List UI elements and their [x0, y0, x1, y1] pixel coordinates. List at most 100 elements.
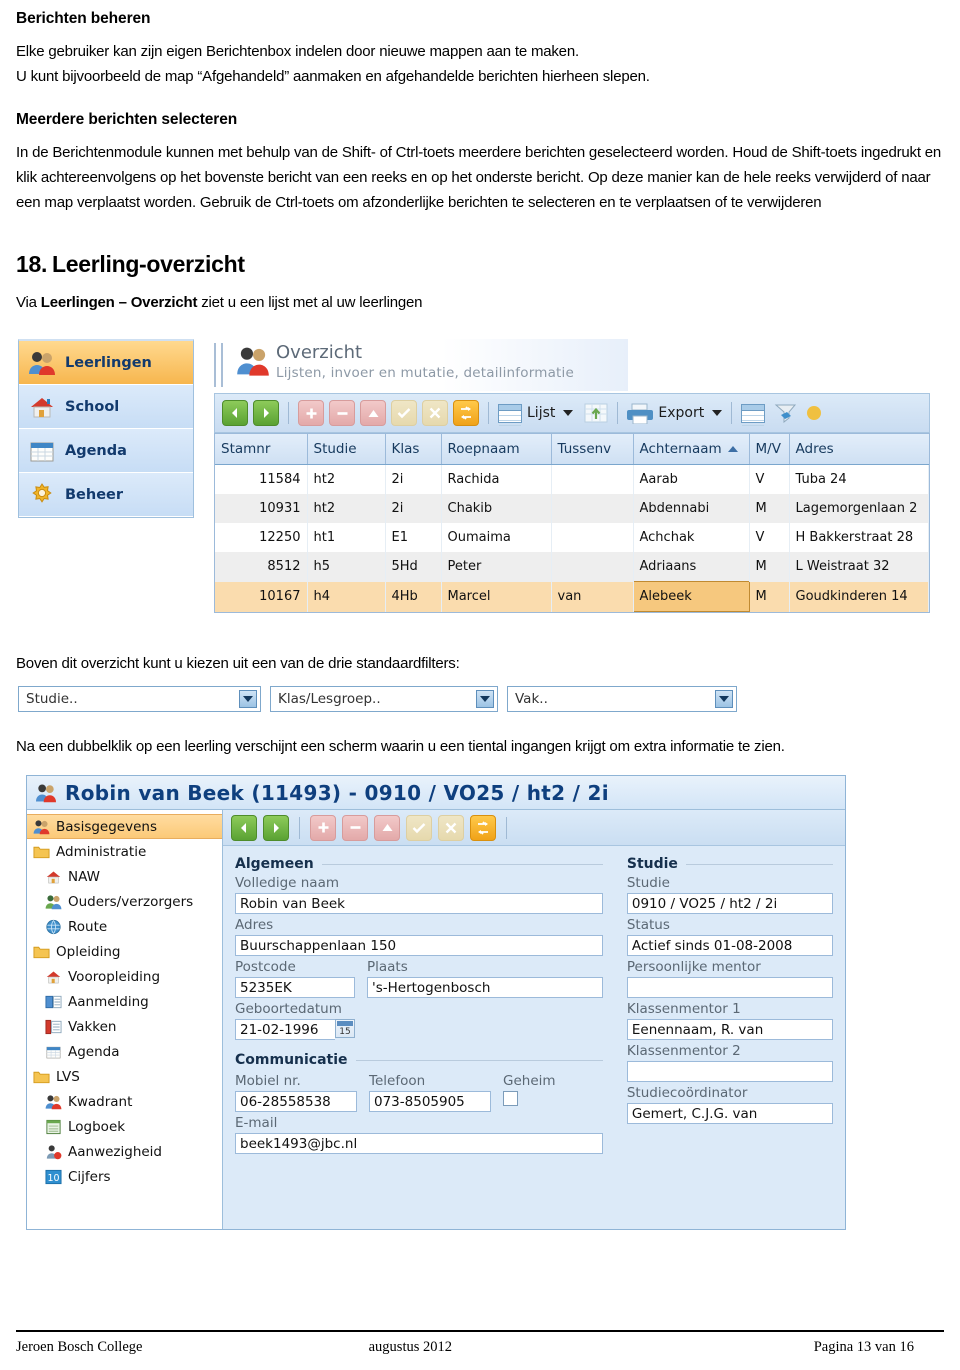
nav-item-beheer[interactable]: Beheer [19, 473, 193, 517]
nav-item-leerlingen[interactable]: Leerlingen [19, 341, 193, 385]
chevron-down-icon[interactable] [239, 690, 257, 708]
grid-icon[interactable] [498, 403, 522, 426]
table-header-row: Stamnr Studie Klas Roepnaam Tussenv Acht… [215, 434, 929, 465]
calendar-picker-icon[interactable]: 15 [335, 1019, 355, 1038]
filters-caption: Boven dit overzicht kunt u kiezen uit ee… [16, 655, 460, 672]
tree-item-agenda[interactable]: Agenda [27, 1039, 222, 1064]
column-header-tussenv[interactable]: Tussenv [551, 434, 634, 465]
module-nav-panel: Leerlingen School Agenda Beheer [18, 339, 194, 518]
tree-item-lvs[interactable]: LVS [27, 1064, 222, 1089]
table-row[interactable]: 10931 ht2 2i Chakib Abdennabi M Lagemorg… [215, 494, 929, 523]
tree-item-kwadrant[interactable]: Kwadrant [27, 1089, 222, 1114]
tree-item-vakken[interactable]: Vakken [27, 1014, 222, 1039]
tree-item-aanmelding[interactable]: Aanmelding [27, 989, 222, 1014]
chevron-down-icon[interactable] [563, 410, 574, 416]
up-arrow-icon[interactable] [374, 814, 400, 841]
prev-arrow-icon[interactable] [222, 400, 248, 426]
table-row[interactable]: 12250 ht1 E1 Oumaima Achchak V H Bakkers… [215, 523, 929, 552]
tree-item-route[interactable]: Route [27, 914, 222, 939]
input-mobiel-nr[interactable]: 06-28558538 [235, 1091, 357, 1112]
more-icon[interactable] [806, 404, 822, 422]
tree-item-aanwezigheid[interactable]: Aanwezigheid [27, 1139, 222, 1164]
input-adres[interactable]: Buurschappenlaan 150 [235, 935, 603, 956]
doc-paragraph-1-line-2: U kunt bijvoorbeeld de map “Afgehandeld”… [16, 68, 650, 85]
chevron-down-icon[interactable] [712, 410, 723, 416]
minus-icon[interactable] [342, 814, 368, 841]
plus-icon[interactable] [310, 814, 336, 841]
input-persoonlijke-mentor[interactable] [626, 977, 833, 998]
import-icon[interactable] [584, 403, 608, 423]
nav-item-school[interactable]: School [19, 385, 193, 429]
refresh-icon[interactable] [453, 400, 479, 426]
input-studiecoordinator[interactable]: Gemert, C.J.G. van [626, 1103, 833, 1124]
input-postcode[interactable]: 5235EK [235, 977, 355, 998]
tree-item-ouders-verzorgers[interactable]: Ouders/verzorgers [27, 889, 222, 914]
cross-icon[interactable] [422, 400, 448, 426]
input-volledige-naam[interactable]: Robin van Beek [235, 893, 603, 914]
table-row[interactable]: 11584 ht2 2i Rachida Aarab V Tuba 24 [215, 464, 929, 494]
document-page: Berichten beheren Elke gebruiker kan zij… [0, 0, 960, 1370]
next-arrow-icon[interactable] [263, 814, 289, 841]
tree-item-naw[interactable]: NAW [27, 864, 222, 889]
input-status[interactable]: Actief sinds 01-08-2008 [626, 935, 833, 956]
vak-filter[interactable]: Vak.. [507, 686, 737, 712]
cell-stamnr: 11584 [215, 464, 308, 494]
column-header-roepnaam[interactable]: Roepnaam [441, 434, 552, 465]
calendar-day: 15 [339, 1027, 351, 1037]
prev-arrow-icon[interactable] [231, 814, 257, 841]
table-row[interactable]: 8512 h5 5Hd Peter Adriaans M L Weistraat… [215, 552, 929, 582]
input-plaats[interactable]: 's-Hertogenbosch [367, 977, 603, 998]
check-icon[interactable] [391, 400, 417, 426]
group-header-communicatie: Communicatie [235, 1052, 603, 1068]
cell-achternaam: Aarab [633, 464, 750, 494]
cell-tussenv [551, 552, 634, 582]
column-header-studie[interactable]: Studie [307, 434, 386, 465]
tree-item-cijfers[interactable]: 10 Cijfers [27, 1164, 222, 1189]
up-arrow-icon[interactable] [360, 400, 386, 426]
chevron-down-icon[interactable] [715, 690, 733, 708]
doc-heading-meerdere-berichten: Meerdere berichten selecteren [16, 111, 238, 128]
checkbox-geheim[interactable] [503, 1091, 518, 1106]
tree-item-vooropleiding[interactable]: Vooropleiding [27, 964, 222, 989]
nav-item-label: Agenda [65, 442, 127, 459]
column-header-achternaam[interactable]: Achternaam [633, 434, 750, 465]
input-geboortedatum[interactable]: 21-02-1996 [235, 1019, 335, 1040]
klas-lesgroep-filter[interactable]: Klas/Lesgroep.. [270, 686, 498, 712]
nav-item-label: Beheer [65, 486, 124, 503]
studie-filter[interactable]: Studie.. [18, 686, 261, 712]
column-header-klas[interactable]: Klas [385, 434, 442, 465]
list-button-label[interactable]: Lijst [527, 405, 555, 421]
toolbar-separator [288, 402, 289, 424]
nav-item-agenda[interactable]: Agenda [19, 429, 193, 473]
export-button-label[interactable]: Export [658, 405, 704, 421]
plus-icon[interactable] [298, 400, 324, 426]
next-arrow-icon[interactable] [253, 400, 279, 426]
tree-item-administratie[interactable]: Administratie [27, 839, 222, 864]
input-klassenmentor-1[interactable]: Eenennaam, R. van [626, 1019, 833, 1040]
input-klassenmentor-2[interactable] [626, 1061, 833, 1082]
table-row-selected[interactable]: 10167 h4 4Hb Marcel van Alebeek M Goudki… [215, 581, 929, 612]
students-grid[interactable]: Stamnr Studie Klas Roepnaam Tussenv Acht… [214, 433, 930, 613]
column-header-mv[interactable]: M/V [749, 434, 790, 465]
minus-icon[interactable] [329, 400, 355, 426]
funnel-icon[interactable] [774, 403, 797, 424]
refresh-icon[interactable] [470, 814, 496, 841]
chevron-down-icon[interactable] [476, 690, 494, 708]
input-telefoon[interactable]: 073-8505905 [369, 1091, 491, 1112]
vak-filter-value: Vak.. [515, 691, 548, 707]
printer-icon[interactable] [627, 403, 654, 424]
tree-item-basisgegevens[interactable]: Basisgegevens [27, 814, 222, 839]
tree-item-logboek[interactable]: Logboek [27, 1114, 222, 1139]
columns-icon[interactable] [741, 403, 766, 426]
doc-paragraph-1-line-1: Elke gebruiker kan zijn eigen Berichtenb… [16, 43, 579, 60]
column-header-stamnr[interactable]: Stamnr [215, 434, 308, 465]
group-header-studie: Studie [627, 856, 833, 872]
label-email: E-mail [235, 1115, 278, 1131]
tree-item-opleiding[interactable]: Opleiding [27, 939, 222, 964]
input-email[interactable]: beek1493@jbc.nl [235, 1133, 603, 1154]
cross-icon[interactable] [438, 814, 464, 841]
people-icon [28, 350, 56, 376]
check-icon[interactable] [406, 814, 432, 841]
input-studie[interactable]: 0910 / VO25 / ht2 / 2i [626, 893, 833, 914]
column-header-adres[interactable]: Adres [789, 434, 929, 465]
